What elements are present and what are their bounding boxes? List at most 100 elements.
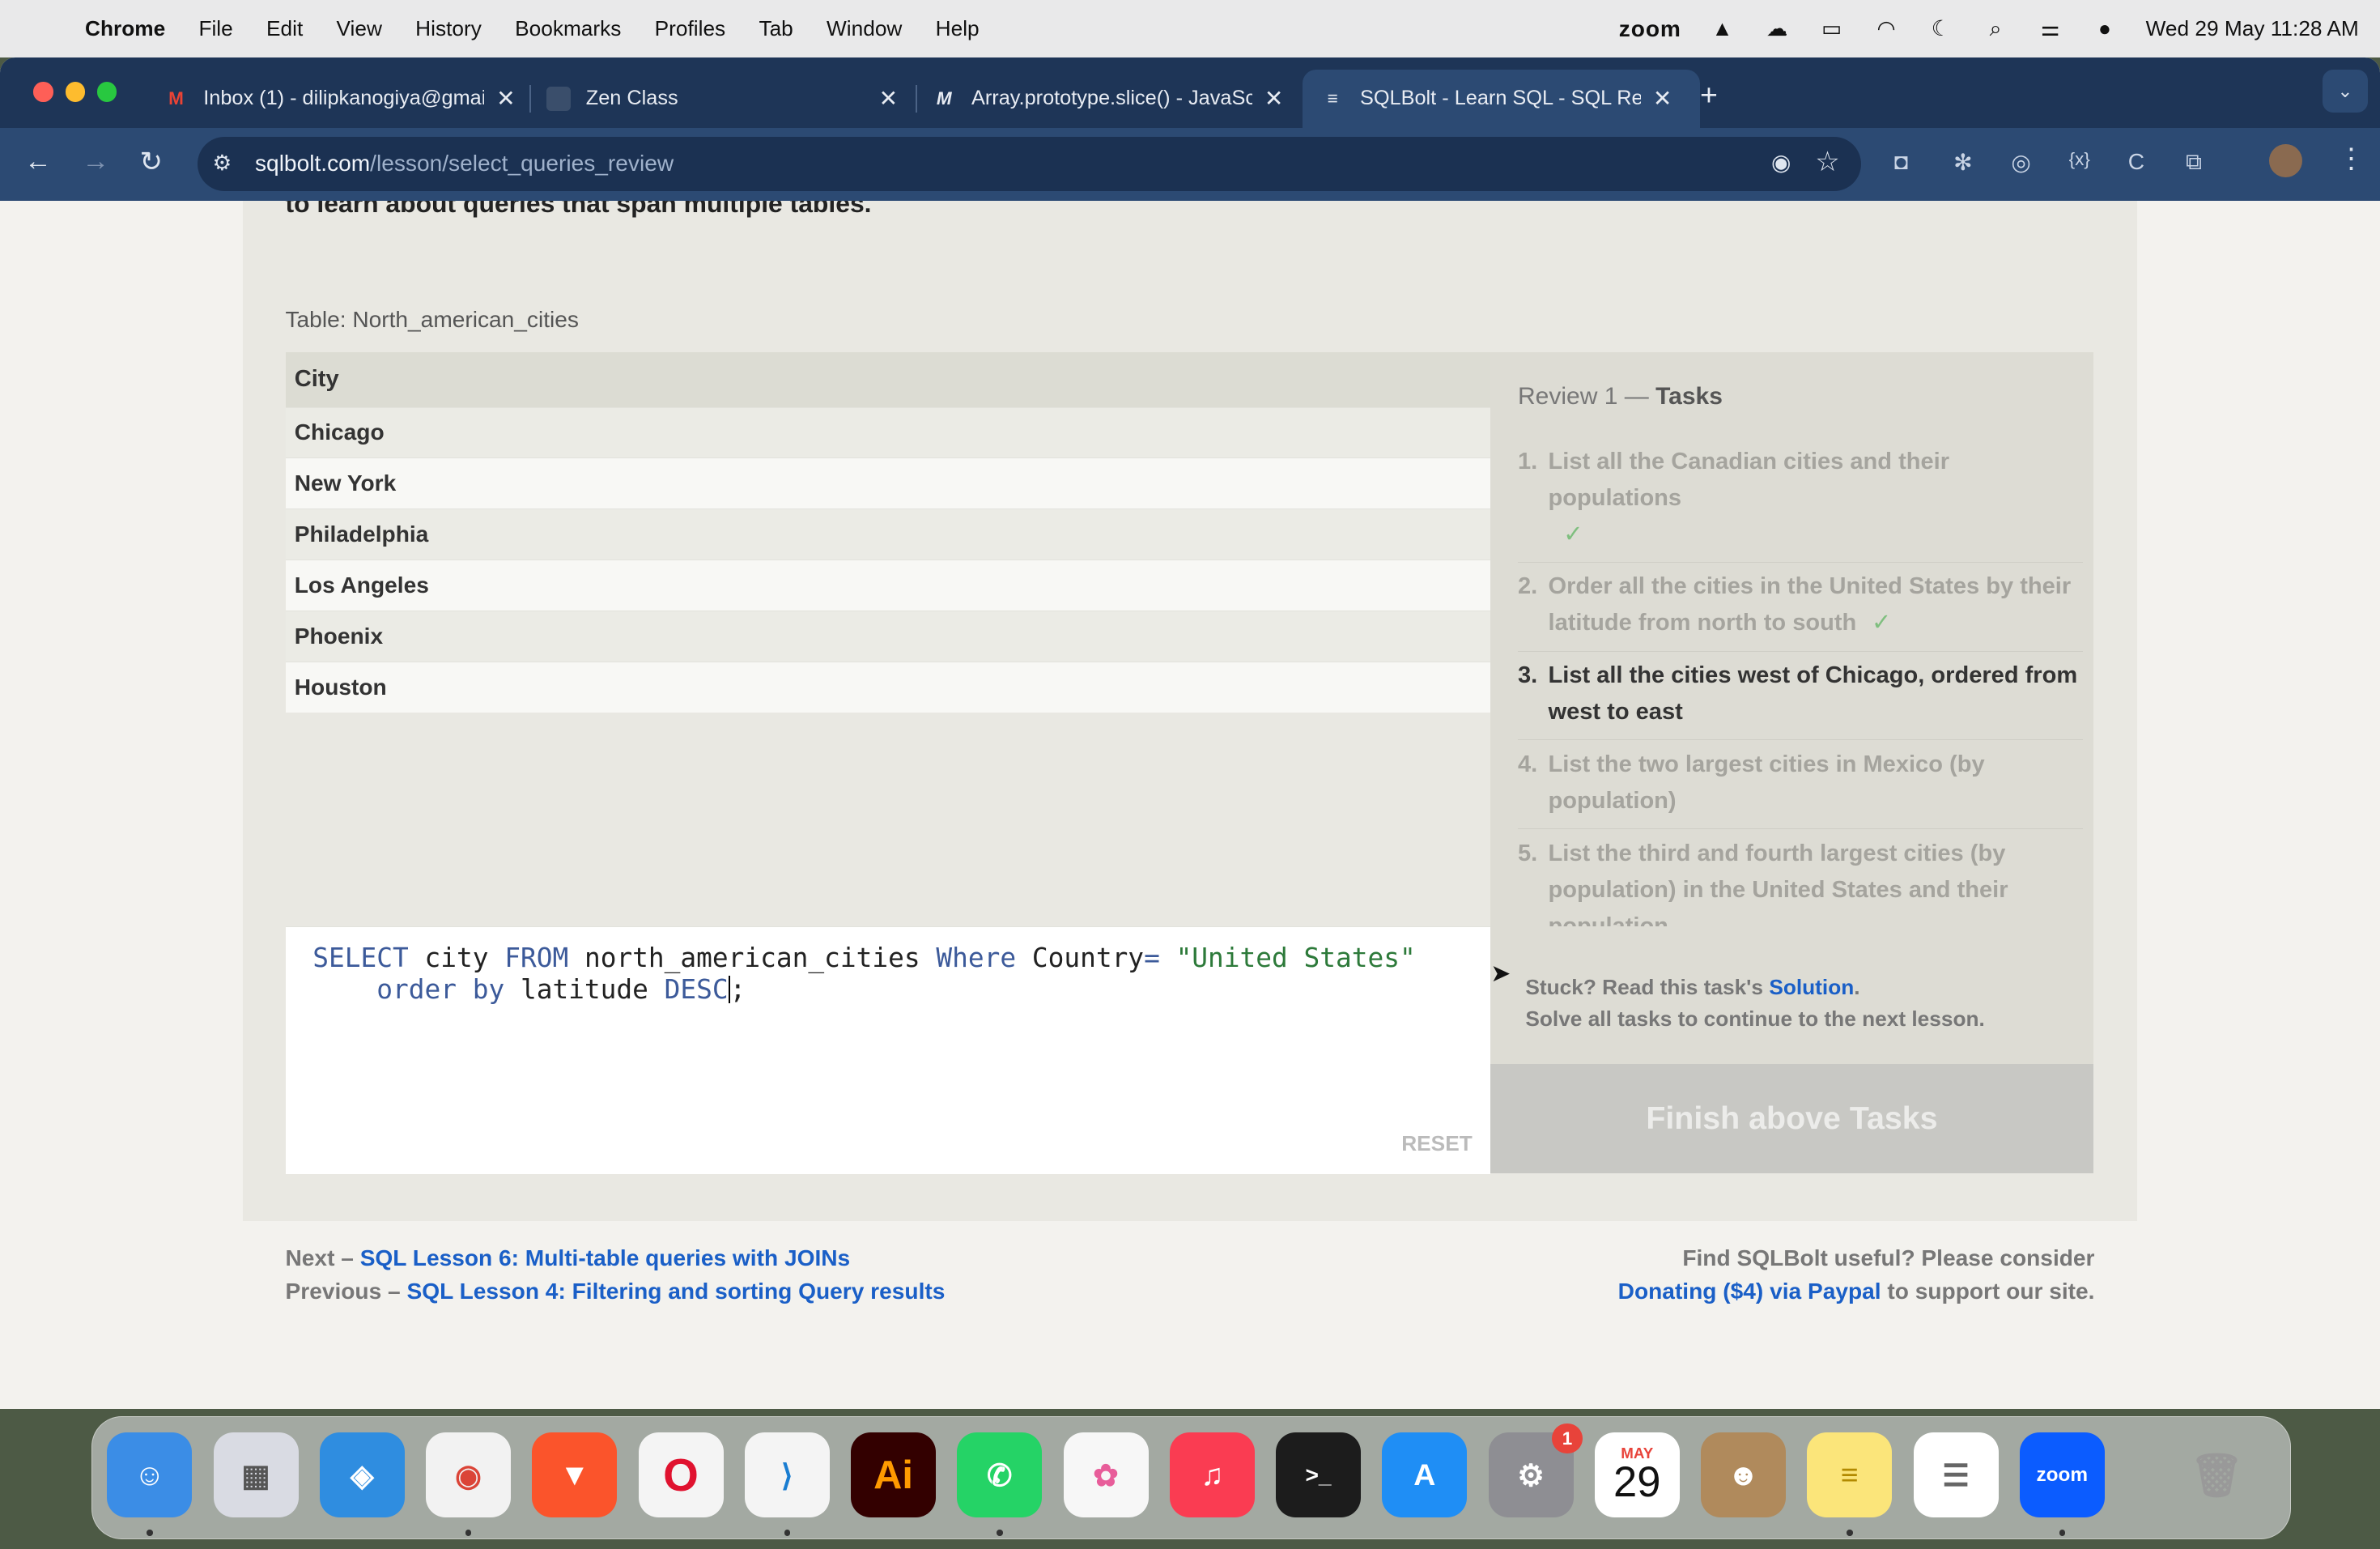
drive-icon[interactable]: ▲ bbox=[1709, 16, 1736, 41]
brave-icon[interactable]: ▼ bbox=[532, 1432, 618, 1518]
new-tab-plus-icon[interactable]: + bbox=[1700, 78, 1718, 113]
control-center-icon[interactable]: ⚌ bbox=[2037, 16, 2064, 41]
menu-history[interactable]: History bbox=[415, 16, 482, 41]
screenshot-camera-icon[interactable]: ◘ bbox=[1894, 149, 1908, 175]
menu-window[interactable]: Window bbox=[827, 16, 902, 41]
url-text[interactable]: sqlbolt.com/lesson/select_queries_review bbox=[255, 151, 674, 177]
trash-icon[interactable]: 🗑 bbox=[2174, 1432, 2259, 1517]
launchpad-icon[interactable]: ▦ bbox=[213, 1432, 299, 1518]
forward-arrow-icon[interactable]: → bbox=[82, 146, 109, 177]
react-devtools-icon[interactable]: ✻ bbox=[1953, 149, 1973, 176]
menu-file[interactable]: File bbox=[198, 16, 232, 41]
finish-tasks-button[interactable]: Finish above Tasks bbox=[1490, 1064, 2093, 1174]
opera-icon[interactable]: O bbox=[638, 1432, 724, 1518]
chrome-icon[interactable]: ◉ bbox=[426, 1432, 511, 1518]
running-dot bbox=[2059, 1530, 2065, 1536]
tab-title: Array.prototype.slice() - JavaScript bbox=[971, 87, 1252, 110]
back-arrow-icon[interactable]: ← bbox=[24, 146, 52, 177]
menu-profiles[interactable]: Profiles bbox=[655, 16, 726, 41]
zoom-status-item[interactable]: zoom bbox=[1619, 16, 1681, 42]
menu-tab[interactable]: Tab bbox=[759, 16, 793, 41]
tab-separator bbox=[915, 85, 917, 113]
close-window-button[interactable] bbox=[33, 82, 53, 102]
next-lesson-line: Next – SQL Lesson 6: Multi-table queries… bbox=[285, 1245, 851, 1270]
illustrator-icon[interactable]: Ai bbox=[851, 1432, 936, 1518]
donate-line: Donating ($4) via Paypal to support our … bbox=[1617, 1278, 2095, 1304]
battery-icon[interactable]: ▭ bbox=[1818, 16, 1846, 41]
creative-cloud-icon[interactable]: ☁ bbox=[1763, 16, 1791, 41]
app-store-icon[interactable]: A bbox=[1382, 1432, 1468, 1518]
running-dot bbox=[1847, 1530, 1853, 1536]
next-lesson-link[interactable]: SQL Lesson 6: Multi-table queries with J… bbox=[360, 1245, 851, 1270]
solution-link[interactable]: Solution bbox=[1769, 975, 1854, 999]
notification-badge: 1 bbox=[1552, 1423, 1583, 1454]
json-extension-icon[interactable]: {x} bbox=[2069, 149, 2090, 170]
close-tab-icon[interactable]: ✕ bbox=[879, 85, 899, 112]
tab-strip: M Inbox (1) - dilipkanogiya@gmail.com ✕ … bbox=[0, 57, 2380, 128]
photos-icon[interactable]: ✿ bbox=[1063, 1432, 1149, 1518]
music-icon[interactable]: ♫ bbox=[1169, 1432, 1255, 1518]
calendar-icon[interactable]: MAY 29 bbox=[1594, 1432, 1680, 1518]
chrome-menu-icon[interactable]: ⋮ bbox=[2338, 143, 2365, 175]
tab-search-chevron-icon[interactable]: ⌄ bbox=[2322, 70, 2368, 113]
close-tab-icon[interactable]: ✕ bbox=[496, 85, 516, 112]
stuck-text: Stuck? Read this task's Solution. bbox=[1525, 974, 1860, 999]
zoom-app-icon[interactable]: zoom bbox=[2019, 1432, 2105, 1518]
menu-view[interactable]: View bbox=[336, 16, 381, 41]
safari-icon[interactable]: ◈ bbox=[319, 1432, 405, 1518]
running-dot bbox=[465, 1530, 472, 1536]
previous-lesson-line: Previous – SQL Lesson 4: Filtering and s… bbox=[285, 1278, 946, 1304]
table-row: Phoenix bbox=[285, 611, 1491, 662]
reset-button[interactable]: RESET bbox=[1401, 1131, 1473, 1156]
table-row: Houston bbox=[285, 661, 1491, 713]
address-bar[interactable]: ⚙ sqlbolt.com/lesson/select_queries_revi… bbox=[197, 136, 1861, 192]
code-extension-icon[interactable]: C bbox=[2128, 149, 2144, 175]
close-tab-icon[interactable]: ✕ bbox=[1264, 85, 1284, 112]
menu-edit[interactable]: Edit bbox=[266, 16, 303, 41]
profile-avatar[interactable] bbox=[2269, 144, 2303, 178]
eye-off-icon[interactable]: ◉ bbox=[1771, 149, 1791, 176]
sql-editor[interactable]: SELECT city FROM north_american_cities W… bbox=[285, 926, 1491, 1175]
donate-link[interactable]: Donating ($4) via Paypal bbox=[1618, 1279, 1881, 1304]
target-extension-icon[interactable]: ◎ bbox=[2011, 149, 2031, 176]
whatsapp-icon[interactable]: ✆ bbox=[957, 1432, 1043, 1518]
siri-icon[interactable]: ● bbox=[2091, 16, 2119, 41]
running-dot bbox=[997, 1530, 1003, 1536]
browser-toolbar: ← → ↻ ⚙ sqlbolt.com/lesson/select_querie… bbox=[0, 127, 2380, 201]
menu-bookmarks[interactable]: Bookmarks bbox=[515, 16, 621, 41]
column-header-city: City bbox=[285, 352, 1491, 407]
bookmark-star-icon[interactable]: ☆ bbox=[1815, 146, 1839, 178]
reminders-icon[interactable]: ☰ bbox=[1913, 1432, 1999, 1518]
task-item-current: 3. List all the cities west of Chicago, … bbox=[1518, 652, 2083, 741]
tab-sqlbolt[interactable]: ≡ SQLBolt - Learn SQL - SQL Review ✕ bbox=[1302, 70, 1700, 128]
solve-all-text: Solve all tasks to continue to the next … bbox=[1525, 1006, 1985, 1032]
close-tab-icon[interactable]: ✕ bbox=[1653, 85, 1672, 112]
contacts-icon[interactable]: ☻ bbox=[1701, 1432, 1786, 1518]
zoom-window-button[interactable] bbox=[97, 82, 117, 102]
finder-icon[interactable]: ☺ bbox=[107, 1432, 193, 1518]
tab-separator bbox=[529, 85, 532, 113]
check-icon: ✓ bbox=[1872, 610, 1892, 636]
extensions-puzzle-icon[interactable]: ⧉ bbox=[2186, 149, 2202, 176]
focus-moon-icon[interactable]: ☾ bbox=[1927, 16, 1955, 41]
wifi-icon[interactable]: ◠ bbox=[1872, 16, 1900, 41]
tab-mdn-slice[interactable]: M Array.prototype.slice() - JavaScript ✕ bbox=[923, 70, 1304, 127]
terminal-icon[interactable]: >_ bbox=[1276, 1432, 1361, 1518]
system-settings-icon[interactable]: ⚙ 1 bbox=[1488, 1423, 1583, 1518]
previous-lesson-link[interactable]: SQL Lesson 4: Filtering and sorting Quer… bbox=[407, 1279, 946, 1304]
reload-icon[interactable]: ↻ bbox=[140, 146, 163, 178]
mouse-pointer-icon: ➤ bbox=[1490, 960, 1511, 987]
tab-gmail[interactable]: M Inbox (1) - dilipkanogiya@gmail.com ✕ bbox=[152, 70, 536, 127]
menu-app-name[interactable]: Chrome bbox=[85, 16, 165, 41]
menu-help[interactable]: Help bbox=[936, 16, 980, 41]
check-icon: ✓ bbox=[1563, 521, 1583, 547]
menu-datetime[interactable]: Wed 29 May 11:28 AM bbox=[2146, 16, 2359, 41]
site-settings-icon[interactable]: ⚙ bbox=[213, 151, 232, 176]
tab-zen-class[interactable]: Zen Class ✕ bbox=[538, 70, 919, 127]
vscode-icon[interactable]: ⟩ bbox=[744, 1432, 830, 1518]
sql-query-text[interactable]: SELECT city FROM north_american_cities W… bbox=[312, 943, 1416, 1006]
minimize-window-button[interactable] bbox=[65, 82, 85, 102]
spotlight-search-icon[interactable]: ⌕ bbox=[1982, 16, 2009, 41]
notes-icon[interactable]: ≡ bbox=[1807, 1432, 1893, 1518]
table-caption: Table: North_american_cities bbox=[285, 306, 579, 332]
